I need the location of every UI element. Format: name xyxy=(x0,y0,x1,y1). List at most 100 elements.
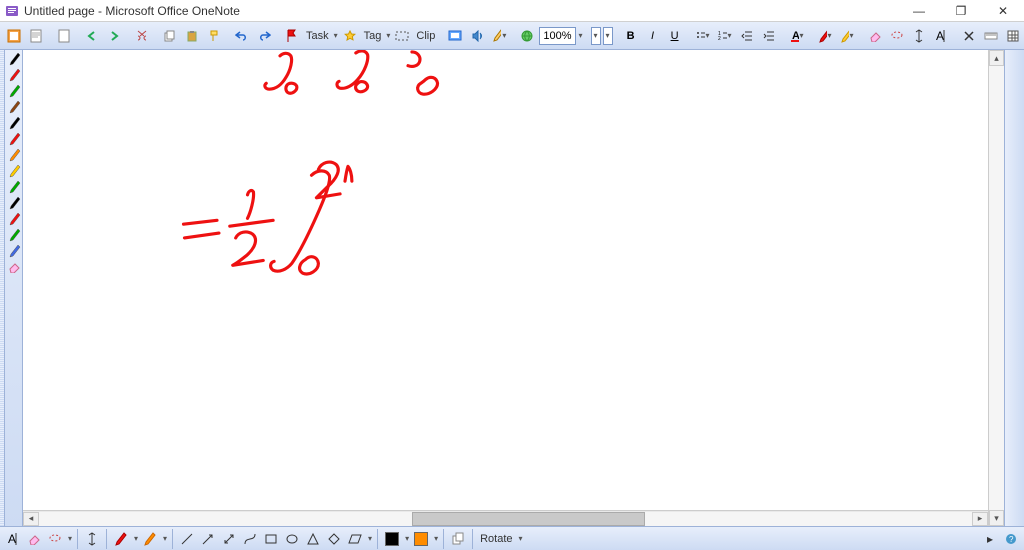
fill-color-button[interactable] xyxy=(412,530,430,548)
note-canvas[interactable] xyxy=(23,50,988,510)
eraser-button[interactable] xyxy=(865,25,885,47)
pen-toggle-button[interactable]: ▾ xyxy=(489,25,509,47)
line-color-button[interactable] xyxy=(383,530,401,548)
double-arrow-button[interactable] xyxy=(220,530,238,548)
task-label[interactable]: Task xyxy=(304,30,331,42)
bullets-button[interactable]: ▾ xyxy=(693,25,713,47)
text-tool-button[interactable]: A xyxy=(4,530,22,548)
zoom-dropdown[interactable]: ▾ xyxy=(578,31,583,40)
tag-label[interactable]: Tag xyxy=(362,30,384,42)
eraser-tool-button[interactable] xyxy=(25,530,43,548)
numbering-button[interactable]: 12▾ xyxy=(715,25,735,47)
pen-swatch-7[interactable] xyxy=(7,164,21,178)
cut-button[interactable] xyxy=(132,25,152,47)
scroll-up-button[interactable]: ▴ xyxy=(989,50,1004,66)
toolbar-options-button[interactable]: ? xyxy=(1002,530,1020,548)
clip-icon[interactable] xyxy=(392,25,412,47)
pen-swatch-10[interactable] xyxy=(7,212,21,226)
lasso-tool-button[interactable] xyxy=(46,530,64,548)
horizontal-scroll-thumb[interactable] xyxy=(412,512,645,526)
web-button[interactable] xyxy=(517,25,537,47)
pen-red-dropdown[interactable]: ▾ xyxy=(133,534,138,543)
ruler-button[interactable] xyxy=(981,25,1001,47)
duplicate-button[interactable] xyxy=(449,530,467,548)
underline-button[interactable]: U xyxy=(665,25,685,47)
scroll-down-button[interactable]: ▾ xyxy=(989,510,1004,526)
text-cursor-button[interactable]: A xyxy=(931,25,951,47)
pen-panel-eraser[interactable] xyxy=(7,260,21,274)
lasso-dropdown[interactable]: ▾ xyxy=(67,534,72,543)
line-color-dropdown[interactable]: ▾ xyxy=(404,534,409,543)
rect-tool-button[interactable] xyxy=(262,530,280,548)
pen-swatch-12[interactable] xyxy=(7,244,21,258)
insert-space-button[interactable] xyxy=(909,25,929,47)
size-combo[interactable]: ▾ xyxy=(603,27,613,45)
diamond-tool-button[interactable] xyxy=(325,530,343,548)
font-combo[interactable]: ▾ xyxy=(591,27,601,45)
pen-swatch-6[interactable] xyxy=(7,148,21,162)
back-button[interactable] xyxy=(82,25,102,47)
pen-red-button[interactable] xyxy=(112,530,130,548)
italic-button[interactable]: I xyxy=(643,25,663,47)
bold-button[interactable]: B xyxy=(621,25,641,47)
delete-button[interactable] xyxy=(959,25,979,47)
audio-button[interactable] xyxy=(467,25,487,47)
rotate-dropdown[interactable]: ▾ xyxy=(518,534,523,543)
pen-orange-button[interactable] xyxy=(141,530,159,548)
ellipse-tool-button[interactable] xyxy=(283,530,301,548)
page-tab-strip[interactable] xyxy=(1004,50,1024,526)
triangle-tool-button[interactable] xyxy=(304,530,322,548)
tag-dropdown[interactable]: ▾ xyxy=(385,31,390,40)
highlighter-button[interactable]: ▾ xyxy=(837,25,857,47)
pen-swatch-4[interactable] xyxy=(7,116,21,130)
new-page-button[interactable] xyxy=(54,25,74,47)
copy-button[interactable] xyxy=(160,25,180,47)
task-flag-icon[interactable] xyxy=(282,25,302,47)
indent-button[interactable] xyxy=(759,25,779,47)
space-tool-button[interactable] xyxy=(83,530,101,548)
arrow-tool-button[interactable] xyxy=(199,530,217,548)
maximize-button[interactable]: ❐ xyxy=(944,1,978,21)
rotate-label[interactable]: Rotate xyxy=(478,533,514,545)
close-button[interactable]: ✕ xyxy=(986,1,1020,21)
clip-label[interactable]: Clip xyxy=(414,30,437,42)
shapes-dropdown[interactable]: ▾ xyxy=(367,534,372,543)
lasso-button[interactable] xyxy=(887,25,907,47)
pen-swatch-5[interactable] xyxy=(7,132,21,146)
task-dropdown[interactable]: ▾ xyxy=(333,31,338,40)
minimize-button[interactable]: — xyxy=(902,1,936,21)
undo-button[interactable] xyxy=(232,25,252,47)
pen-swatch-11[interactable] xyxy=(7,228,21,242)
font-color-button[interactable]: A▾ xyxy=(787,25,807,47)
table-button[interactable] xyxy=(1003,25,1023,47)
line-tool-button[interactable] xyxy=(178,530,196,548)
pen-swatch-2[interactable] xyxy=(7,84,21,98)
pen-swatch-9[interactable] xyxy=(7,196,21,210)
horizontal-scrollbar[interactable]: ◂ ▸ xyxy=(23,510,988,526)
outdent-button[interactable] xyxy=(737,25,757,47)
screen-clipping-button[interactable] xyxy=(445,25,465,47)
page-setup-button[interactable] xyxy=(26,25,46,47)
scroll-left-button[interactable]: ◂ xyxy=(23,512,39,526)
format-painter-button[interactable] xyxy=(204,25,224,47)
pen-color-button[interactable]: ▾ xyxy=(815,25,835,47)
full-page-button[interactable] xyxy=(4,25,24,47)
pen-orange-dropdown[interactable]: ▾ xyxy=(162,534,167,543)
parallelogram-button[interactable] xyxy=(346,530,364,548)
zoom-input[interactable]: 100% xyxy=(539,27,575,45)
redo-button[interactable] xyxy=(254,25,274,47)
curve-tool-button[interactable] xyxy=(241,530,259,548)
fill-color-dropdown[interactable]: ▾ xyxy=(433,534,438,543)
paste-button[interactable] xyxy=(182,25,202,47)
vertical-scrollbar[interactable]: ▴ ▾ xyxy=(988,50,1004,526)
scroll-right-button[interactable]: ▸ xyxy=(972,512,988,526)
expand-toolbar-button[interactable]: ▸ xyxy=(981,530,999,548)
pen-swatch-3[interactable] xyxy=(7,100,21,114)
pen-swatch-0[interactable] xyxy=(7,52,21,66)
horizontal-scroll-track[interactable] xyxy=(39,512,972,526)
tag-star-icon[interactable] xyxy=(340,25,360,47)
pen-swatch-1[interactable] xyxy=(7,68,21,82)
forward-button[interactable] xyxy=(104,25,124,47)
vertical-scroll-track[interactable] xyxy=(989,66,1004,510)
pen-swatch-8[interactable] xyxy=(7,180,21,194)
